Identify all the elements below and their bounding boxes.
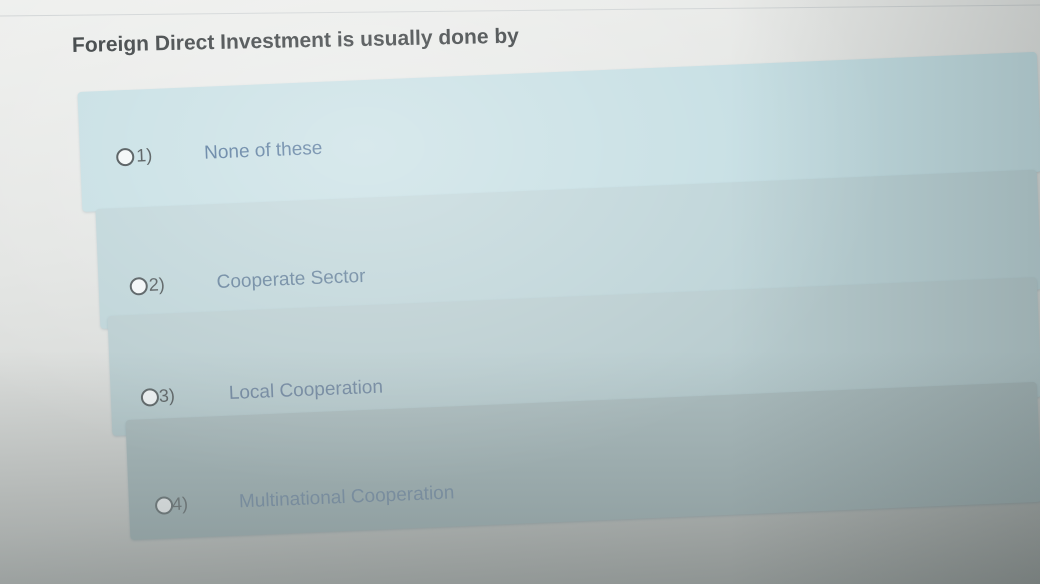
option-number-4: 4) [171,493,189,515]
option-number-2: 2) [148,274,166,295]
option-label-2[interactable]: Cooperate Sector [216,266,366,294]
radio-button-3[interactable] [140,387,160,407]
option-number-1: 1) [135,144,153,166]
option-label-1[interactable]: None of these [204,138,323,165]
question-text: Foreign Direct Investment is usually don… [71,24,520,57]
top-divider [0,4,1040,17]
option-label-4[interactable]: Multinational Cooperation [239,482,455,513]
option-number-3: 3) [158,385,176,406]
radio-button-1[interactable] [115,147,135,167]
radio-button-2[interactable] [129,276,149,296]
option-label-3[interactable]: Local Cooperation [228,377,383,405]
radio-button-4[interactable] [154,496,174,515]
